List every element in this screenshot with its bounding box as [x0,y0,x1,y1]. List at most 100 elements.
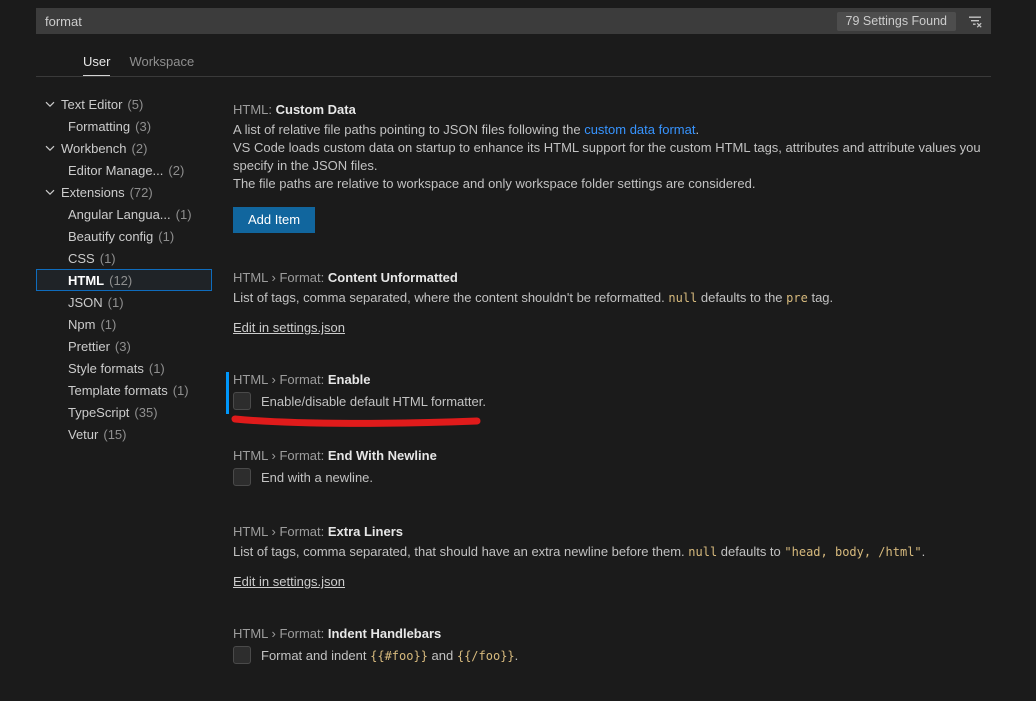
toc-item-count: (12) [109,273,132,288]
setting-title: HTML › Format: Enable [233,371,1013,389]
filter-settings-button[interactable] [965,11,985,31]
toc-item-label: Template formats [68,383,168,398]
toc-item-count: (1) [149,361,165,376]
tab-user[interactable]: User [83,54,110,76]
inline-code: "head, body, /html" [784,545,921,559]
text-segment: VS Code loads custom data on startup to … [233,140,981,173]
setting-checkbox-row: Format and indent {{#foo}} and {{/foo}}. [233,645,1013,665]
setting-title: HTML › Format: End With Newline [233,447,1013,465]
setting-description-line: The file paths are relative to workspace… [233,175,1013,193]
setting-title: HTML › Format: Extra Liners [233,523,1013,541]
text-segment: defaults to the [697,290,786,305]
setting-description-line: List of tags, comma separated, where the… [233,289,1013,307]
toc-item-vetur[interactable]: Vetur (15) [36,423,212,445]
setting-content-unformatted: HTML › Format: Content Unformatted List o… [233,269,1013,335]
text-segment: Format and indent [261,648,370,663]
toc-item-extensions[interactable]: Extensions(72) [36,181,212,203]
text-segment: The file paths are relative to workspace… [233,176,755,191]
setting-title-prefix: HTML › Format: [233,626,328,641]
inline-code: {{#foo}} [370,649,428,663]
toc-item-style-formats[interactable]: Style formats (1) [36,357,212,379]
setting-title: HTML › Format: Indent Handlebars [233,625,1013,643]
setting-description-line: VS Code loads custom data on startup to … [233,139,1013,175]
setting-title-name: Indent Handlebars [328,626,441,641]
text-segment: List of tags, comma separated, where the… [233,290,668,305]
checkbox[interactable] [233,646,251,664]
toc-item-count: (1) [100,251,116,266]
toc-item-count: (72) [130,185,153,200]
setting-indent-handlebars: HTML › Format: Indent Handlebars Format a… [233,625,1013,665]
chevron-down-icon [42,96,58,112]
toc-item-label: Workbench [61,141,127,156]
toc-item-count: (3) [135,119,151,134]
toc-item-count: (1) [176,207,192,222]
text-segment: . [922,544,926,559]
search-query-text: format [45,14,837,29]
settings-body: Text Editor(5)Formatting(3)Workbench(2)E… [0,77,1036,701]
text-segment: A list of relative file paths pointing t… [233,122,584,137]
toc-item-angular-langua[interactable]: Angular Langua...(1) [36,203,212,225]
text-segment: List of tags, comma separated, that shou… [233,544,688,559]
tab-workspace[interactable]: Workspace [129,54,194,76]
toc-item-beautify-config[interactable]: Beautify config (1) [36,225,212,247]
modified-indicator [226,372,229,414]
toc-item-npm[interactable]: Npm(1) [36,313,212,335]
checkbox[interactable] [233,392,251,410]
toc-item-editor-manage[interactable]: Editor Manage... (2) [36,159,212,181]
text-segment: End with a newline. [261,470,373,485]
inline-code: {{/foo}} [457,649,515,663]
edit-in-settings-json-link[interactable]: Edit in settings.json [233,320,345,335]
toc-item-css[interactable]: CSS(1) [36,247,212,269]
toc-item-count: (1) [108,295,124,310]
checkbox-label: Format and indent {{#foo}} and {{/foo}}. [261,648,518,663]
toc-item-count: (1) [158,229,174,244]
checkbox-label: Enable/disable default HTML formatter. [261,394,486,409]
list-filter-icon [967,13,983,29]
doc-link[interactable]: custom data format [584,122,695,137]
toc-item-typescript[interactable]: TypeScript(35) [36,401,212,423]
chevron-down-icon [42,140,58,156]
toc-item-label: Npm [68,317,95,332]
toc-item-label: Vetur [68,427,98,442]
setting-title-name: End With Newline [328,448,437,463]
toc-item-formatting[interactable]: Formatting(3) [36,115,212,137]
setting-custom-data: HTML: Custom Data A list of relative file… [233,101,1013,233]
tabs-row: User Workspace [83,54,991,76]
toc-item-text-editor[interactable]: Text Editor(5) [36,93,212,115]
text-segment: Enable/disable default HTML formatter. [261,394,486,409]
toc-item-json[interactable]: JSON (1) [36,291,212,313]
checkbox[interactable] [233,468,251,486]
toc-item-label: Beautify config [68,229,153,244]
toc-item-template-formats[interactable]: Template formats (1) [36,379,212,401]
inline-code: null [668,291,697,305]
add-item-button[interactable]: Add Item [233,207,315,233]
toc-item-label: HTML [68,273,104,288]
toc-item-count: (15) [103,427,126,442]
toc-item-label: Style formats [68,361,144,376]
chevron-down-icon [42,184,58,200]
setting-title: HTML: Custom Data [233,101,1013,119]
toc-item-html[interactable]: HTML (12) [36,269,212,291]
settings-toc: Text Editor(5)Formatting(3)Workbench(2)E… [36,93,233,701]
toc-item-count: (2) [168,163,184,178]
settings-header: format 79 Settings Found User Workspace [0,0,1036,76]
toc-item-label: Prettier [68,339,110,354]
text-segment: and [428,648,457,663]
toc-item-count: (35) [134,405,157,420]
setting-title-prefix: HTML › Format: [233,270,328,285]
red-underline-annotation [229,413,483,434]
results-count-badge: 79 Settings Found [837,12,956,31]
edit-in-settings-json-link[interactable]: Edit in settings.json [233,574,345,589]
setting-checkbox-row: End with a newline. [233,467,1013,487]
toc-item-prettier[interactable]: Prettier(3) [36,335,212,357]
setting-extra-liners: HTML › Format: Extra Liners List of tags,… [233,523,1013,589]
toc-item-count: (5) [127,97,143,112]
setting-title: HTML › Format: Content Unformatted [233,269,1013,287]
toc-item-count: (1) [173,383,189,398]
toc-item-label: JSON [68,295,103,310]
checkbox-label: End with a newline. [261,470,373,485]
toc-item-workbench[interactable]: Workbench(2) [36,137,212,159]
search-input[interactable]: format 79 Settings Found [36,8,991,34]
toc-item-label: Editor Manage... [68,163,163,178]
setting-description-line: A list of relative file paths pointing t… [233,121,1013,139]
